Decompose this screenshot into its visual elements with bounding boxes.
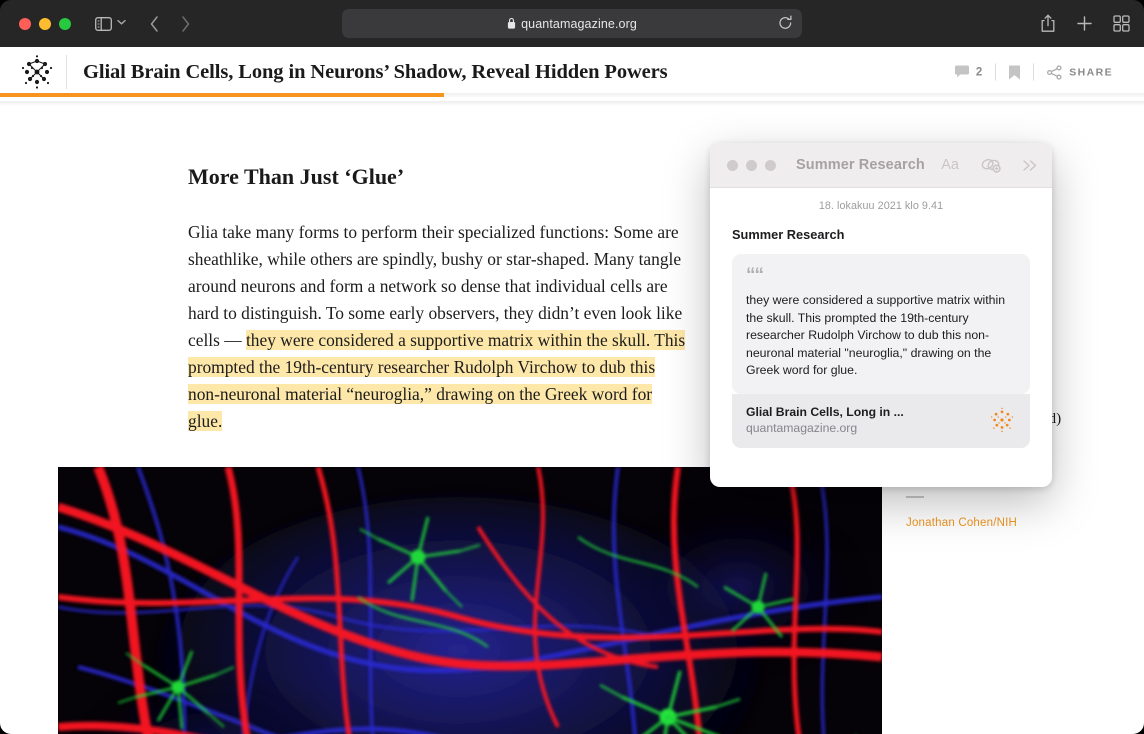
tab-overview-grid-icon[interactable] [1113, 15, 1130, 32]
body-paragraph: Glia take many forms to perform their sp… [188, 219, 688, 435]
zoom-window-button[interactable] [59, 17, 71, 30]
lock-icon [507, 18, 516, 29]
notes-app-window[interactable]: Summer Research Aa 18. lokakuu 2021 klo … [710, 143, 1052, 487]
browser-window: quantamagazine.org Glial Brain Cells, Lo… [0, 0, 1144, 734]
address-bar[interactable]: quantamagazine.org [342, 9, 802, 38]
nav-forward-button[interactable] [180, 15, 191, 33]
browser-toolbar: quantamagazine.org [0, 0, 1144, 47]
section-heading: More Than Just ‘Glue’ [188, 164, 405, 189]
share-upload-icon[interactable] [1040, 14, 1056, 33]
notes-close-button[interactable] [727, 159, 738, 171]
toolbar-right-actions [1040, 14, 1130, 33]
reload-icon[interactable] [778, 15, 793, 36]
highlighted-passage[interactable]: they were considered a supportive matrix… [188, 330, 686, 431]
note-quote-text[interactable]: they were considered a supportive matrix… [746, 292, 1016, 380]
note-title[interactable]: Summer Research [732, 227, 1030, 242]
nav-back-button[interactable] [149, 15, 160, 33]
link-card-domain: quantamagazine.org [746, 420, 858, 435]
chevron-down-icon[interactable] [116, 18, 127, 29]
share-network-icon [1047, 65, 1062, 79]
new-tab-plus-icon[interactable] [1076, 15, 1093, 32]
sidebar-toggle-icon[interactable] [95, 16, 112, 31]
reading-progress-fill [0, 93, 444, 97]
reading-progress-track [0, 93, 1144, 97]
caption-credit: Jonathan Cohen/NIH [906, 517, 1018, 529]
notes-titlebar: Summer Research Aa [710, 143, 1052, 188]
note-quote-block: ““ they were considered a supportive mat… [732, 254, 1030, 394]
close-window-button[interactable] [19, 17, 31, 30]
address-text: quantamagazine.org [521, 16, 637, 31]
notes-minimize-button[interactable] [746, 159, 757, 171]
comment-bubble-icon [954, 65, 969, 79]
note-link-card[interactable]: Glial Brain Cells, Long in ... quantamag… [732, 393, 1030, 448]
notes-zoom-button[interactable] [765, 159, 776, 171]
bookmark-icon [1009, 65, 1021, 79]
quote-mark-icon: ““ [746, 265, 764, 286]
link-card-title: Glial Brain Cells, Long in ... [746, 404, 904, 419]
notes-body: 18. lokakuu 2021 klo 9.41 Summer Researc… [710, 188, 1052, 448]
article-figure [58, 467, 882, 734]
bookmark-button[interactable] [996, 65, 1033, 79]
notes-toolbar: Aa [941, 157, 1038, 173]
page-title: Glial Brain Cells, Long in Neurons’ Shad… [83, 60, 668, 83]
notes-window-title: Summer Research [796, 157, 925, 173]
text-format-icon[interactable]: Aa [941, 157, 959, 173]
site-header: Glial Brain Cells, Long in Neurons’ Shad… [0, 47, 1144, 97]
quanta-magazine-logo[interactable] [18, 53, 56, 91]
header-actions: 2 SHARE [942, 63, 1126, 81]
notes-traffic-lights [727, 159, 776, 171]
note-timestamp: 18. lokakuu 2021 klo 9.41 [818, 200, 944, 212]
share-label: SHARE [1069, 66, 1113, 78]
chevron-double-right-icon[interactable] [1022, 159, 1038, 172]
header-shadow [0, 101, 1144, 106]
comment-count: 2 [975, 66, 983, 78]
add-link-icon[interactable] [980, 157, 1001, 173]
header-divider [66, 55, 67, 89]
fluorescence-micrograph [58, 467, 882, 734]
comments-button[interactable]: 2 [942, 65, 995, 79]
share-button[interactable]: SHARE [1034, 65, 1126, 79]
caption-divider [906, 496, 924, 498]
window-traffic-lights [19, 17, 71, 30]
minimize-window-button[interactable] [39, 17, 51, 30]
quanta-magazine-favicon [988, 406, 1016, 434]
link-card-text: Glial Brain Cells, Long in ... quantamag… [746, 405, 904, 435]
